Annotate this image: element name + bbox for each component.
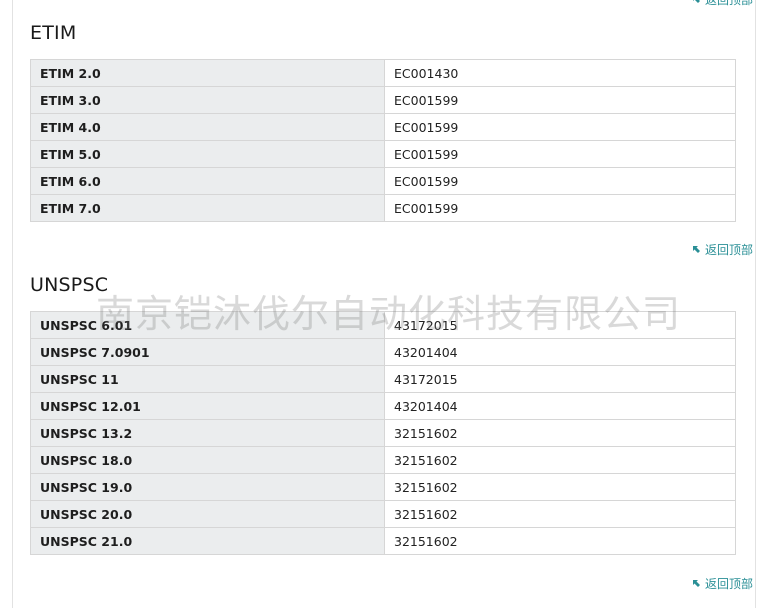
unspsc-version-cell: UNSPSC 20.0	[30, 500, 385, 528]
unspsc-code-cell: 32151602	[384, 500, 736, 528]
unspsc-version-cell: UNSPSC 13.2	[30, 419, 385, 447]
back-to-top-label: 返回顶部	[704, 0, 753, 7]
etim-version-cell: ETIM 7.0	[30, 194, 385, 222]
unspsc-version-cell: UNSPSC 21.0	[30, 527, 385, 555]
etim-class-cell: EC001599	[384, 194, 736, 222]
table-row: UNSPSC 20.0 32151602	[30, 500, 736, 528]
etim-class-cell: EC001430	[384, 59, 736, 87]
unspsc-code-cell: 43172015	[384, 365, 736, 393]
unspsc-code-cell: 43201404	[384, 338, 736, 366]
etim-version-cell: ETIM 2.0	[30, 59, 385, 87]
table-row: UNSPSC 12.01 43201404	[30, 392, 736, 420]
table-row: UNSPSC 21.0 32151602	[30, 527, 736, 555]
unspsc-code-cell: 43201404	[384, 392, 736, 420]
table-row: ETIM 6.0 EC001599	[30, 167, 736, 195]
table-row: ETIM 5.0 EC001599	[30, 140, 736, 168]
unspsc-code-cell: 32151602	[384, 527, 736, 555]
etim-class-cell: EC001599	[384, 113, 736, 141]
etim-version-cell: ETIM 5.0	[30, 140, 385, 168]
etim-version-cell: ETIM 3.0	[30, 86, 385, 114]
back-to-top-label: 返回顶部	[704, 243, 753, 257]
unspsc-code-cell: 32151602	[384, 473, 736, 501]
arrow-up-left-icon	[692, 246, 700, 253]
unspsc-version-cell: UNSPSC 12.01	[30, 392, 385, 420]
table-row: ETIM 7.0 EC001599	[30, 194, 736, 222]
unspsc-section-title: UNSPSC	[30, 274, 109, 296]
unspsc-version-cell: UNSPSC 11	[30, 365, 385, 393]
etim-version-cell: ETIM 6.0	[30, 167, 385, 195]
etim-table: ETIM 2.0 EC001430 ETIM 3.0 EC001599 ETIM…	[30, 59, 736, 222]
etim-class-cell: EC001599	[384, 86, 736, 114]
back-to-top-link[interactable]: 返回顶部	[692, 575, 753, 592]
table-row: ETIM 2.0 EC001430	[30, 59, 736, 87]
unspsc-code-cell: 32151602	[384, 446, 736, 474]
unspsc-version-cell: UNSPSC 7.0901	[30, 338, 385, 366]
table-row: UNSPSC 18.0 32151602	[30, 446, 736, 474]
table-row: UNSPSC 11 43172015	[30, 365, 736, 393]
table-row: ETIM 3.0 EC001599	[30, 86, 736, 114]
unspsc-code-cell: 43172015	[384, 311, 736, 339]
table-row: UNSPSC 6.01 43172015	[30, 311, 736, 339]
unspsc-table: UNSPSC 6.01 43172015 UNSPSC 7.0901 43201…	[30, 311, 736, 555]
arrow-up-left-icon	[692, 580, 700, 587]
arrow-up-left-icon	[692, 0, 700, 3]
etim-section-title: ETIM	[30, 22, 77, 44]
unspsc-code-cell: 32151602	[384, 419, 736, 447]
back-to-top-link[interactable]: 返回顶部	[692, 0, 753, 8]
table-row: UNSPSC 7.0901 43201404	[30, 338, 736, 366]
etim-class-cell: EC001599	[384, 140, 736, 168]
table-row: ETIM 4.0 EC001599	[30, 113, 736, 141]
back-to-top-link[interactable]: 返回顶部	[692, 241, 753, 258]
etim-class-cell: EC001599	[384, 167, 736, 195]
table-row: UNSPSC 13.2 32151602	[30, 419, 736, 447]
etim-version-cell: ETIM 4.0	[30, 113, 385, 141]
unspsc-version-cell: UNSPSC 18.0	[30, 446, 385, 474]
table-row: UNSPSC 19.0 32151602	[30, 473, 736, 501]
back-to-top-label: 返回顶部	[704, 577, 753, 591]
unspsc-version-cell: UNSPSC 6.01	[30, 311, 385, 339]
unspsc-version-cell: UNSPSC 19.0	[30, 473, 385, 501]
